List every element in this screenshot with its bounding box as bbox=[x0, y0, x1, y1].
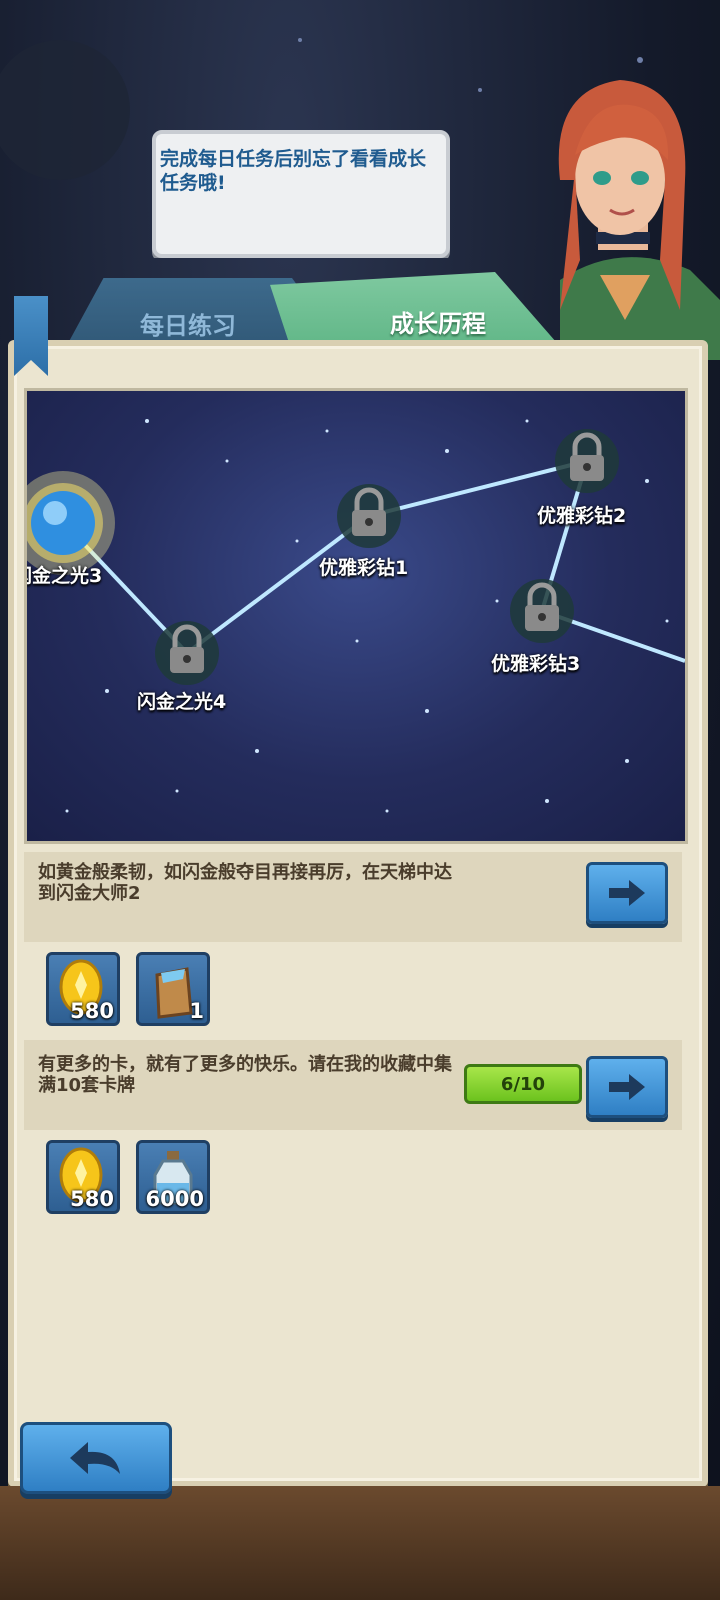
lock-icon bbox=[337, 484, 401, 548]
back-button[interactable] bbox=[20, 1422, 172, 1494]
reward-dust-bottle[interactable]: 6000 bbox=[136, 1140, 210, 1214]
reward-card-pack[interactable]: 1 bbox=[136, 952, 210, 1026]
lock-icon bbox=[155, 621, 219, 685]
progress-badge: 6/10 bbox=[464, 1064, 582, 1104]
guide-character bbox=[520, 60, 720, 360]
node-label-diamond-1[interactable]: 优雅彩钻1 bbox=[319, 553, 408, 580]
arrow-right-icon bbox=[609, 1074, 645, 1100]
speech-bubble-text: 完成每日任务后别忘了看看成长任务哦! bbox=[160, 148, 427, 194]
back-arrow-icon bbox=[70, 1442, 120, 1474]
reward-gold-coin[interactable]: 580 bbox=[46, 952, 120, 1026]
task-description: 如黄金般柔韧，如闪金般夺目再接再厉，在天梯中达到闪金大师2 bbox=[38, 862, 452, 904]
reward-count: 1 bbox=[189, 999, 204, 1023]
node-label-diamond-3[interactable]: 优雅彩钻3 bbox=[491, 649, 580, 676]
node-glow-unlocked bbox=[27, 471, 115, 575]
go-button[interactable] bbox=[586, 862, 668, 924]
node-label-gold-4[interactable]: 闪金之光4 bbox=[137, 687, 226, 714]
reward-count: 6000 bbox=[145, 1187, 204, 1211]
wooden-floor bbox=[0, 1486, 720, 1600]
reward-gold-coin[interactable]: 580 bbox=[46, 1140, 120, 1214]
tab-growth-journey-label: 成长历程 bbox=[390, 310, 486, 338]
task-description: 有更多的卡，就有了更多的快乐。请在我的收藏中集满10套卡牌 bbox=[38, 1054, 452, 1096]
arrow-right-icon bbox=[609, 880, 645, 906]
reward-count: 580 bbox=[70, 1187, 114, 1211]
lock-icon bbox=[510, 579, 574, 643]
node-label-gold-3[interactable]: 闪金之光3 bbox=[27, 561, 102, 588]
constellation-map[interactable]: 闪金之光3 闪金之光4 优雅彩钻1 优雅彩钻2 优雅彩钻3 bbox=[24, 388, 688, 844]
go-button[interactable] bbox=[586, 1056, 668, 1118]
lock-icon bbox=[555, 429, 619, 493]
node-label-diamond-2[interactable]: 优雅彩钻2 bbox=[537, 501, 626, 528]
tab-daily-practice-label: 每日练习 bbox=[140, 312, 236, 340]
reward-count: 580 bbox=[70, 999, 114, 1023]
